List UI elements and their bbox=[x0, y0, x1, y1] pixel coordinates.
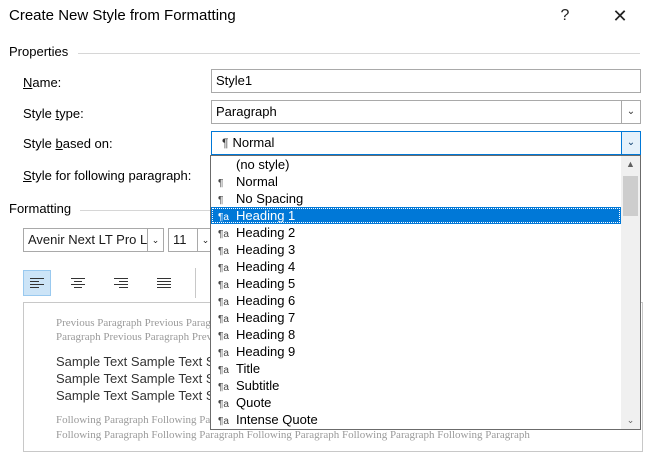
list-item[interactable]: ¶a Heading 1 bbox=[211, 207, 621, 224]
close-button[interactable]: ✕ bbox=[600, 2, 640, 30]
style-based-on-dropdown-list[interactable]: (no style) ¶ Normal ¶ No Spacing ¶a Heading 1 ¶… bbox=[210, 155, 641, 430]
scroll-down-arrow-icon[interactable]: ⌄ bbox=[621, 412, 640, 429]
name-input[interactable]: Style1 bbox=[211, 69, 641, 93]
list-item-label: Normal bbox=[236, 174, 278, 189]
style-based-on-value: Normal bbox=[232, 135, 275, 150]
align-right-icon bbox=[114, 278, 128, 288]
font-size-combo[interactable]: 11 ⌄ bbox=[168, 228, 214, 252]
name-label: Name: bbox=[23, 75, 62, 90]
formatting-section-label: Formatting bbox=[9, 201, 72, 216]
list-item[interactable]: ¶a Heading 5 bbox=[211, 275, 621, 292]
dropdown-scrollbar[interactable]: ▲ ⌄ bbox=[621, 156, 640, 429]
scroll-up-arrow-icon[interactable]: ▲ bbox=[621, 156, 640, 173]
style-type-combo[interactable]: Paragraph ⌄ bbox=[211, 100, 641, 124]
list-item-label: (no style) bbox=[236, 157, 290, 172]
list-item-label: Intense Quote bbox=[236, 412, 318, 427]
name-value: Style1 bbox=[216, 73, 253, 88]
linked-style-icon: ¶a bbox=[218, 416, 229, 427]
list-item-label: Title bbox=[236, 361, 261, 376]
align-right-button[interactable] bbox=[107, 270, 135, 296]
list-item[interactable]: ¶a Title bbox=[211, 360, 621, 377]
list-item[interactable]: ¶ No Spacing bbox=[211, 190, 621, 207]
style-based-on-combo[interactable]: ¶ Normal ⌄ bbox=[211, 131, 641, 155]
font-size-value: 11 bbox=[173, 232, 187, 247]
following-paragraph-line: Following Paragraph Following Paragraph … bbox=[56, 429, 530, 441]
align-center-icon bbox=[71, 278, 85, 288]
list-item-label: Quote bbox=[236, 395, 272, 410]
list-item[interactable]: ¶a Heading 2 bbox=[211, 224, 621, 241]
toolbar-separator bbox=[195, 268, 196, 298]
align-left-button[interactable] bbox=[23, 270, 51, 296]
justify-icon bbox=[157, 278, 171, 288]
list-item[interactable]: ¶a Subtitle bbox=[211, 377, 621, 394]
dialog-title: Create New Style from Formatting bbox=[9, 7, 236, 24]
align-left-icon bbox=[30, 278, 44, 288]
properties-section-label: Properties bbox=[9, 44, 69, 59]
list-item[interactable]: ¶a Heading 8 bbox=[211, 326, 621, 343]
chevron-down-icon[interactable]: ⌄ bbox=[147, 229, 163, 251]
list-item[interactable]: ¶a Heading 9 bbox=[211, 343, 621, 360]
font-value: Avenir Next LT Pro L bbox=[28, 232, 148, 247]
title-bar: Create New Style from Formatting ? ✕ bbox=[0, 0, 646, 32]
list-item-label: Heading 8 bbox=[236, 327, 296, 342]
properties-divider bbox=[78, 53, 640, 54]
style-type-label: Style type: bbox=[23, 106, 84, 121]
list-item[interactable]: ¶a Intense Quote bbox=[211, 411, 621, 428]
align-center-button[interactable] bbox=[64, 270, 92, 296]
style-following-label: Style for following paragraph: bbox=[23, 168, 192, 183]
list-item-label: Heading 2 bbox=[236, 225, 296, 240]
chevron-down-icon[interactable]: ⌄ bbox=[621, 131, 641, 155]
formatting-divider bbox=[80, 210, 210, 211]
list-item-label: Heading 3 bbox=[236, 242, 296, 257]
list-item-label: Heading 1 bbox=[236, 208, 296, 223]
justify-button[interactable] bbox=[150, 270, 178, 296]
list-item[interactable]: ¶a Quote bbox=[211, 394, 621, 411]
list-item[interactable]: ¶ Normal bbox=[211, 173, 621, 190]
help-button[interactable]: ? bbox=[545, 2, 585, 30]
list-item[interactable]: ¶a Heading 6 bbox=[211, 292, 621, 309]
list-item-label: Heading 7 bbox=[236, 310, 296, 325]
scrollbar-thumb[interactable] bbox=[623, 176, 638, 216]
list-item-label: Subtitle bbox=[236, 378, 280, 393]
chevron-down-icon[interactable]: ⌄ bbox=[621, 100, 641, 124]
style-based-on-label: Style based on: bbox=[23, 136, 113, 151]
font-combo[interactable]: Avenir Next LT Pro L ⌄ bbox=[23, 228, 164, 252]
list-item[interactable]: ¶a Heading 7 bbox=[211, 309, 621, 326]
list-item[interactable]: (no style) bbox=[211, 156, 621, 173]
list-item-label: No Spacing bbox=[236, 191, 304, 206]
list-item[interactable]: ¶a Heading 3 bbox=[211, 241, 621, 258]
style-type-value: Paragraph bbox=[216, 104, 277, 119]
list-item-label: Heading 9 bbox=[236, 344, 296, 359]
paragraph-mark-icon: ¶ bbox=[222, 136, 229, 150]
list-item-label: Heading 5 bbox=[236, 276, 296, 291]
list-item[interactable]: ¶a Heading 4 bbox=[211, 258, 621, 275]
list-item-label: Heading 4 bbox=[236, 259, 296, 274]
list-item-label: Heading 6 bbox=[236, 293, 296, 308]
dropdown-items: (no style) ¶ Normal ¶ No Spacing ¶a Heading 1 ¶… bbox=[211, 156, 621, 428]
